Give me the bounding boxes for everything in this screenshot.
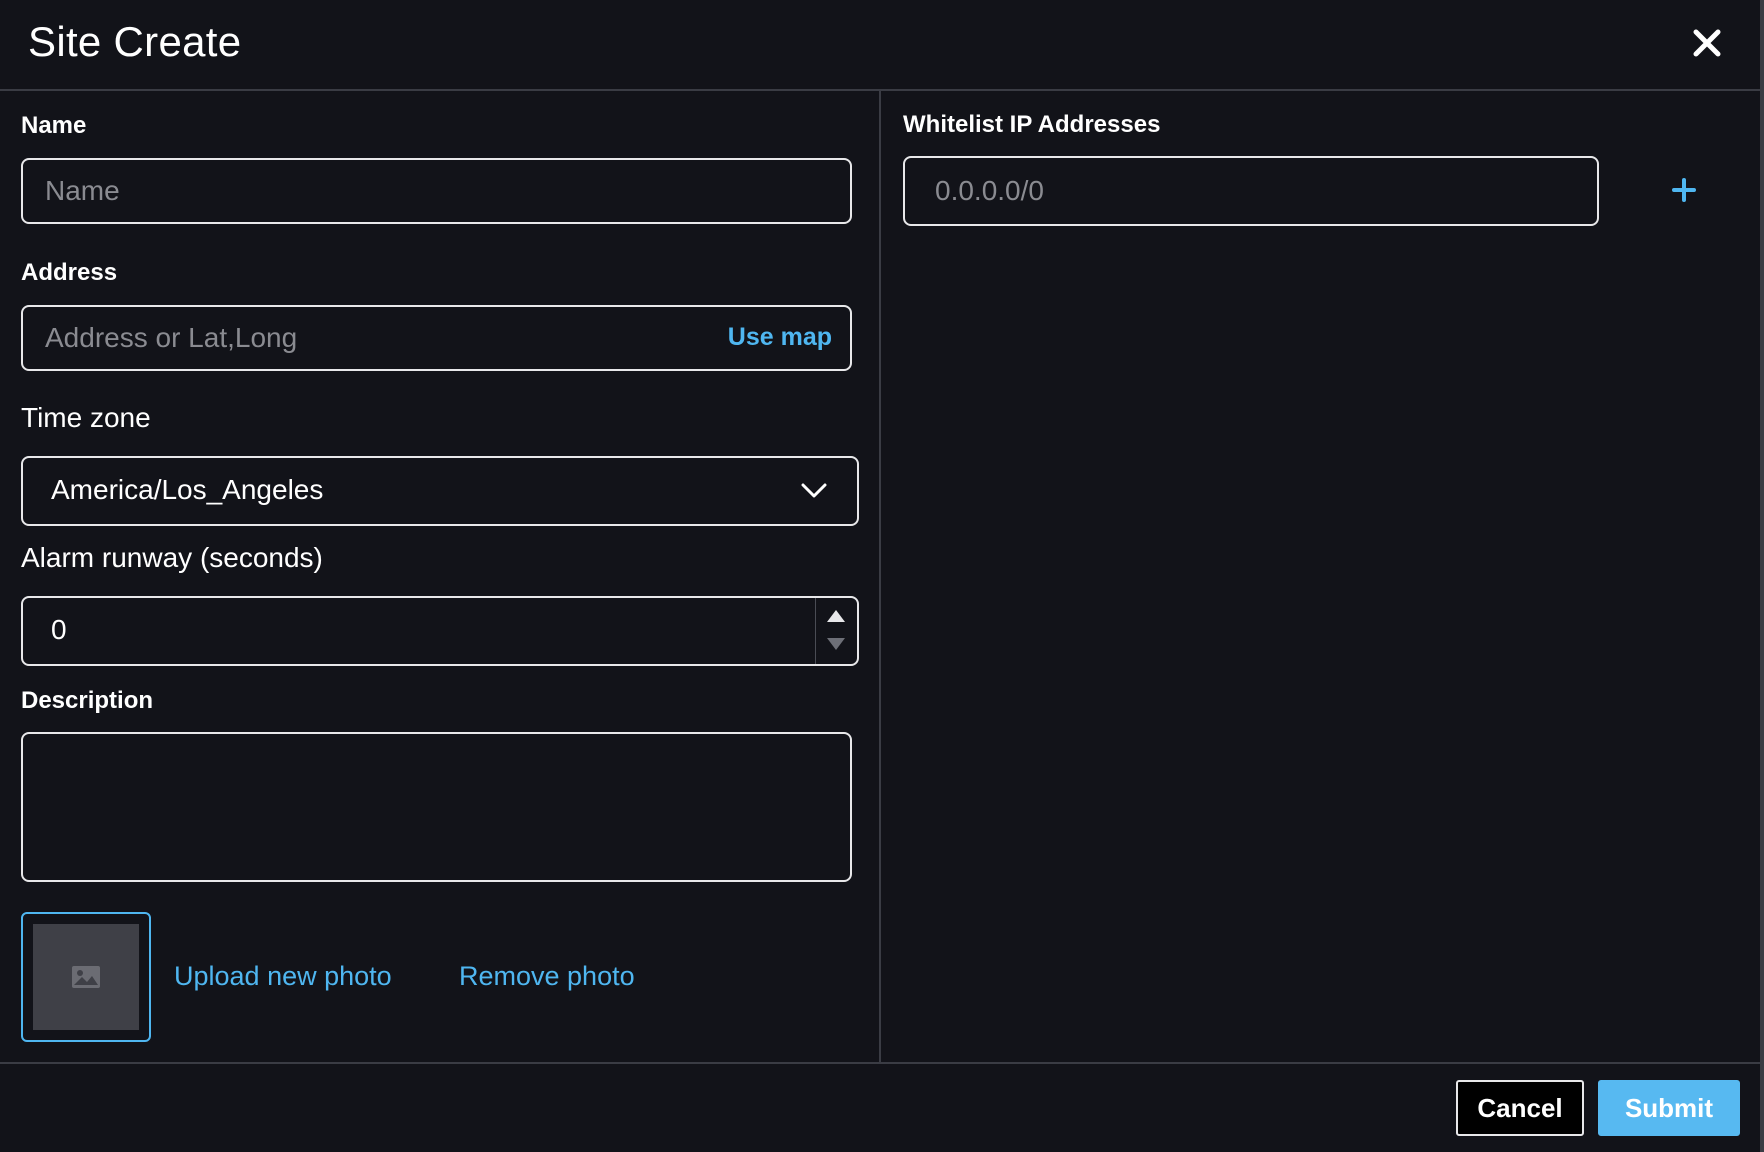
remove-photo-link[interactable]: Remove photo — [459, 961, 635, 992]
timezone-label: Time zone — [21, 402, 151, 433]
decrement-arrow-icon[interactable] — [827, 638, 845, 650]
modal-footer: Cancel Submit — [0, 1062, 1760, 1152]
name-label: Name — [21, 112, 87, 139]
photo-placeholder — [33, 924, 139, 1030]
alarm-runway-label: Alarm runway (seconds) — [21, 542, 323, 573]
modal-title: Site Create — [28, 18, 242, 65]
alarm-runway-stepper[interactable]: 0 — [21, 596, 859, 666]
name-input[interactable] — [23, 160, 850, 222]
name-field-wrapper — [21, 158, 852, 224]
close-button[interactable] — [1690, 26, 1724, 60]
address-field-wrapper: Use map — [21, 305, 852, 371]
alarm-runway-value: 0 — [51, 614, 67, 645]
description-textarea[interactable] — [23, 734, 850, 880]
whitelist-ip-input[interactable] — [905, 158, 1597, 224]
chevron-down-icon — [801, 483, 827, 498]
increment-arrow-icon[interactable] — [827, 610, 845, 622]
photo-thumbnail[interactable] — [21, 912, 151, 1042]
upload-photo-link[interactable]: Upload new photo — [174, 961, 392, 992]
whitelist-field-wrapper — [903, 156, 1599, 226]
whitelist-label: Whitelist IP Addresses — [903, 111, 1161, 138]
cancel-button[interactable]: Cancel — [1456, 1080, 1584, 1136]
plus-icon[interactable] — [1670, 176, 1698, 204]
image-placeholder-icon — [72, 966, 100, 988]
address-label: Address — [21, 259, 118, 286]
submit-button[interactable]: Submit — [1598, 1080, 1740, 1136]
description-field-wrapper — [21, 732, 852, 882]
stepper-controls — [815, 598, 857, 664]
description-label: Description — [21, 687, 154, 714]
timezone-select[interactable]: America/Los_Angeles — [21, 456, 859, 526]
modal-edge — [1760, 0, 1764, 1152]
timezone-value: America/Los_Angeles — [51, 474, 324, 505]
close-icon — [1693, 29, 1721, 57]
modal-header: Site Create — [0, 0, 1760, 91]
site-create-modal: Site Create Name Address Use map Time zo… — [0, 0, 1764, 1152]
column-divider — [879, 91, 881, 1062]
address-input[interactable] — [23, 307, 850, 369]
use-map-link[interactable]: Use map — [728, 323, 832, 352]
